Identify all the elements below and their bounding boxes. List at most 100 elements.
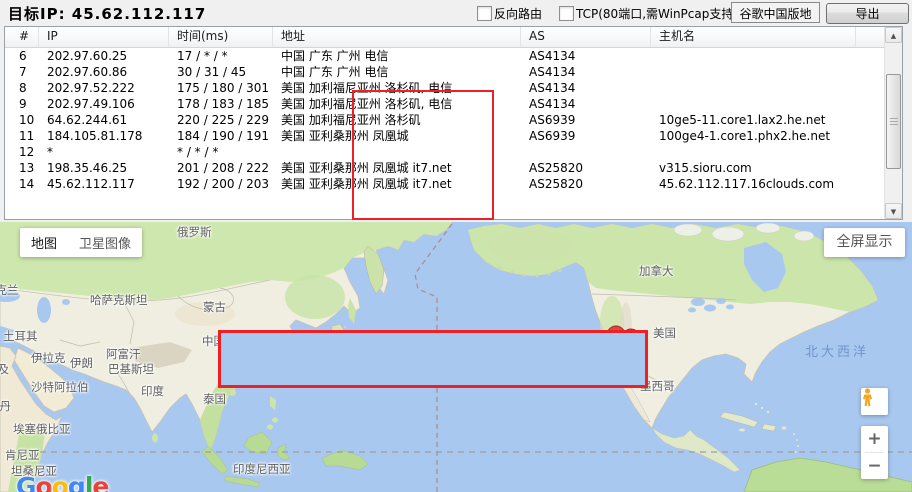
cell-hop: 7 — [5, 64, 39, 80]
col-filler — [856, 27, 885, 47]
cell-as: AS6939 — [521, 112, 651, 128]
caspian-sea — [37, 297, 51, 323]
zoom-in-button[interactable]: + — [861, 426, 888, 452]
map-label-saudi-arabia: 沙特阿拉伯 — [31, 379, 89, 395]
cell-time: 17 / * / * — [169, 48, 273, 64]
cell-time: * / * / * — [169, 144, 273, 160]
island-hainan — [230, 390, 236, 396]
table-scrollbar[interactable]: ▲ ▼ — [884, 27, 902, 219]
cell-host — [651, 144, 856, 160]
map-label-iran: 伊朗 — [70, 355, 93, 371]
scroll-down-icon[interactable]: ▼ — [885, 203, 902, 219]
scroll-grip-icon — [890, 118, 898, 126]
cell-as: AS4134 — [521, 80, 651, 96]
export-button[interactable]: 导出 — [826, 3, 909, 24]
map-label-ethiopia: 埃塞俄比亚 — [13, 421, 71, 437]
map-label-usa: 美国 — [653, 325, 676, 341]
cell-host — [651, 96, 856, 112]
map-type-button[interactable]: 地图 — [20, 233, 68, 252]
cell-as: AS4134 — [521, 48, 651, 64]
col-ip[interactable]: IP — [39, 27, 169, 47]
col-addr[interactable]: 地址 — [273, 27, 521, 47]
cell-addr: 中国 广东 广州 电信 — [273, 48, 521, 64]
reverse-route-checkbox[interactable] — [477, 6, 492, 21]
scroll-up-icon[interactable]: ▲ — [885, 27, 902, 43]
traceroute-app: 目标IP: 45.62.112.117 反向路由 TCP(80端口,需WinPc… — [0, 0, 912, 492]
col-hop[interactable]: # — [5, 27, 39, 47]
cell-ip: 202.97.60.86 — [39, 64, 169, 80]
reverse-route-label: 反向路由 — [494, 5, 542, 22]
map-label-kenya: 肯尼亚 — [5, 447, 40, 463]
cell-host: 10ge5-11.core1.lax2.he.net — [651, 112, 856, 128]
pegman-button[interactable] — [861, 388, 888, 415]
map-label-ukraine: 乌克兰 — [0, 282, 19, 298]
land-alaska-green — [488, 230, 572, 262]
map-highlight-rectangle — [218, 330, 648, 388]
map-label-north-atlantic: 北大西洋 — [805, 341, 869, 360]
table-row[interactable]: 6 202.97.60.25 17 / * / * 中国 广东 广州 电信 AS… — [5, 48, 885, 64]
table-highlight-rectangle — [352, 90, 494, 220]
aral-sea — [62, 299, 70, 305]
scroll-thumb[interactable] — [886, 74, 901, 169]
island-srilanka — [152, 434, 158, 443]
cell-addr: 中国 广东 广州 电信 — [273, 64, 521, 80]
cell-hop: 8 — [5, 80, 39, 96]
col-as[interactable]: AS — [521, 27, 651, 47]
cell-host: v315.sioru.com — [651, 160, 856, 176]
table-header: # IP 时间(ms) 地址 AS 主机名 — [5, 27, 885, 48]
cell-hop: 6 — [5, 48, 39, 64]
cell-ip: 202.97.60.25 — [39, 48, 169, 64]
cell-time: 192 / 200 / 203 — [169, 176, 273, 192]
topbar: 目标IP: 45.62.112.117 反向路由 TCP(80端口,需WinPc… — [0, 0, 912, 26]
cell-host: 100ge4-1.core1.phx2.he.net — [651, 128, 856, 144]
map-label-kazakhstan: 哈萨克斯坦 — [90, 292, 148, 308]
satellite-button[interactable]: 卫星图像 — [68, 233, 142, 252]
cell-as — [521, 144, 651, 160]
map-label-thailand: 泰国 — [203, 391, 226, 407]
cell-time: 184 / 190 / 191 — [169, 128, 273, 144]
pegman-icon — [861, 388, 874, 407]
tcp-label: TCP(80端口,需WinPcap支持) — [576, 5, 738, 22]
arctic-island — [794, 231, 814, 241]
map-label-indonesia: 印度尼西亚 — [233, 461, 291, 477]
cell-hop: 10 — [5, 112, 39, 128]
cell-ip: * — [39, 144, 169, 160]
table-row[interactable]: 7 202.97.60.86 30 / 31 / 45 中国 广东 广州 电信 … — [5, 64, 885, 80]
map-label-sudan: 苏丹 — [0, 398, 11, 414]
cell-ip: 64.62.244.61 — [39, 112, 169, 128]
cell-time: 201 / 208 / 222 — [169, 160, 273, 176]
cell-as: AS4134 — [521, 96, 651, 112]
fullscreen-button[interactable]: 全屏显示 — [824, 228, 905, 257]
cell-ip: 198.35.46.25 — [39, 160, 169, 176]
cell-hop: 9 — [5, 96, 39, 112]
map-type-control: 地图 卫星图像 — [20, 228, 142, 257]
cell-hop: 13 — [5, 160, 39, 176]
map-label-egypt: 埃及 — [0, 361, 9, 377]
cell-time: 175 / 180 / 301 — [169, 80, 273, 96]
map-label-india: 印度 — [141, 383, 164, 399]
cell-host — [651, 48, 856, 64]
col-host[interactable]: 主机名 — [651, 27, 856, 47]
cell-ip: 202.97.52.222 — [39, 80, 169, 96]
map-label-russia: 俄罗斯 — [177, 224, 212, 240]
map-label-pakistan: 巴基斯坦 — [108, 361, 154, 377]
cell-as: AS6939 — [521, 128, 651, 144]
google-china-map-button[interactable]: 谷歌中国版地图 — [731, 2, 820, 23]
zoom-control: + − — [861, 426, 888, 479]
cell-host — [651, 80, 856, 96]
cell-ip: 45.62.112.117 — [39, 176, 169, 192]
cell-as: AS25820 — [521, 160, 651, 176]
col-time[interactable]: 时间(ms) — [169, 27, 273, 47]
cell-ip: 202.97.49.106 — [39, 96, 169, 112]
zoom-out-button[interactable]: − — [861, 453, 888, 479]
cell-time: 30 / 31 / 45 — [169, 64, 273, 80]
cell-ip: 184.105.81.178 — [39, 128, 169, 144]
land-nechina-green — [285, 275, 345, 319]
cell-hop: 12 — [5, 144, 39, 160]
cell-as: AS25820 — [521, 176, 651, 192]
arctic-island — [712, 227, 744, 241]
google-logo[interactable]: Google — [16, 472, 108, 492]
cell-host — [651, 64, 856, 80]
tcp-checkbox[interactable] — [559, 6, 574, 21]
map-label-canada: 加拿大 — [639, 263, 674, 279]
